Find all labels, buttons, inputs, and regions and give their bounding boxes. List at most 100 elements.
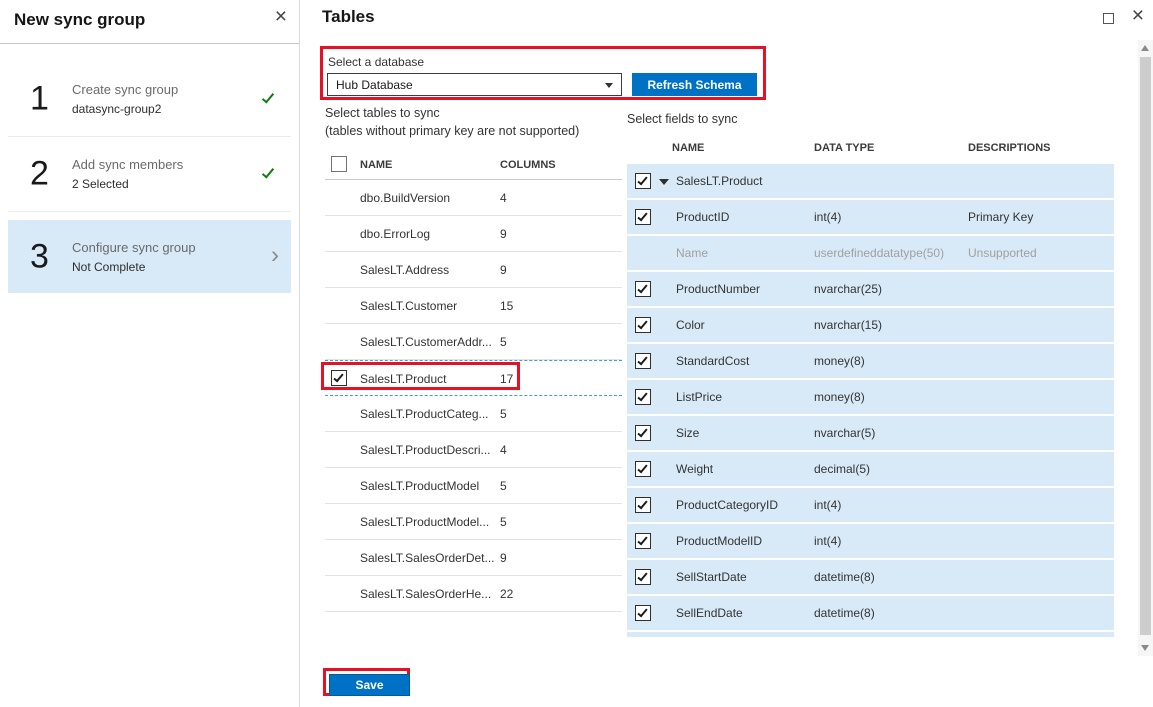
field-description: Primary Key	[968, 210, 1033, 224]
field-data-type: nvarchar(5)	[814, 426, 875, 440]
check-icon	[637, 427, 647, 438]
field-data-type: int(4)	[814, 498, 841, 512]
table-name: SalesLT.SalesOrderDet...	[360, 551, 495, 565]
table-name: SalesLT.ProductCateg...	[360, 407, 489, 421]
step-number: 2	[30, 155, 49, 194]
field-row[interactable]: SellEndDatedatetime(8)	[627, 596, 1114, 630]
field-checkbox[interactable]	[635, 173, 651, 189]
scrollbar-thumb[interactable]	[1140, 57, 1151, 635]
table-columns-count: 4	[500, 191, 507, 205]
field-data-type: nvarchar(25)	[814, 282, 882, 296]
field-row[interactable]: ProductCategoryID int(4)	[627, 488, 1114, 522]
table-row[interactable]: SalesLT.Customer15	[325, 288, 622, 324]
field-checkbox[interactable]	[635, 317, 651, 333]
save-button[interactable]: Save	[329, 674, 410, 696]
database-dropdown[interactable]: Hub Database	[327, 73, 622, 96]
field-row[interactable]: Colornvarchar(15)	[627, 308, 1114, 342]
field-row[interactable]: ProductNumbernvarchar(25)	[627, 272, 1114, 306]
wizard-steps: 1 Create sync group datasync-group2 2 Add sy…	[0, 62, 299, 293]
restore-window-icon[interactable]	[1103, 13, 1114, 24]
expand-triangle-icon[interactable]	[659, 179, 669, 185]
field-name: ProductModelID	[676, 534, 762, 548]
scroll-down-icon[interactable]	[1141, 645, 1149, 651]
select-all-checkbox[interactable]	[331, 156, 347, 172]
field-checkbox[interactable]	[635, 389, 651, 405]
refresh-schema-button[interactable]: Refresh Schema	[632, 73, 757, 96]
table-columns-count: 17	[500, 372, 513, 386]
chevron-down-icon	[605, 83, 613, 88]
table-row[interactable]: SalesLT.Address9	[325, 252, 622, 288]
field-checkbox[interactable]	[635, 461, 651, 477]
table-row[interactable]: SalesLT.ProductDescri...4	[325, 432, 622, 468]
table-columns-count: 15	[500, 299, 513, 313]
database-dropdown-value: Hub Database	[336, 78, 413, 92]
field-row[interactable]: StandardCostmoney(8)	[627, 344, 1114, 378]
step-subtitle: datasync-group2	[72, 102, 178, 116]
field-checkbox[interactable]	[635, 533, 651, 549]
table-name: SalesLT.ProductModel...	[360, 515, 489, 529]
field-row[interactable]: SellStartDate datetime(8)	[627, 560, 1114, 594]
field-checkbox[interactable]	[635, 605, 651, 621]
step-title: Add sync members	[72, 157, 183, 172]
step-text: Create sync group datasync-group2	[72, 82, 178, 116]
field-row[interactable]: ProductModelID int(4)	[627, 524, 1114, 558]
table-row[interactable]: SalesLT.CustomerAddr...5	[325, 324, 622, 360]
table-row[interactable]: dbo.BuildVersion4	[325, 180, 622, 216]
tables-section-subtitle: (tables without primary key are not supp…	[325, 124, 622, 138]
field-checkbox[interactable]	[635, 497, 651, 513]
field-row[interactable]: ProductIDint(4)Primary Key	[627, 200, 1114, 234]
table-row[interactable]: SalesLT.ProductModel...5	[325, 504, 622, 540]
column-header-columns: COLUMNS	[500, 159, 556, 171]
table-row[interactable]: SalesLT.SalesOrderHe...22	[325, 576, 622, 612]
table-row[interactable]: dbo.ErrorLog9	[325, 216, 622, 252]
select-database-label: Select a database	[328, 55, 424, 69]
table-row[interactable]: SalesLT.SalesOrderDet...9	[325, 540, 622, 576]
check-icon	[333, 372, 343, 383]
column-header-name: NAME	[360, 159, 392, 171]
field-checkbox[interactable]	[635, 425, 651, 441]
field-checkbox[interactable]	[635, 569, 651, 585]
field-data-type: datetime(8)	[814, 570, 875, 584]
step-subtitle: Not Complete	[72, 260, 196, 274]
field-checkbox[interactable]	[635, 209, 651, 225]
tables-to-sync-section: Select tables to sync (tables without pr…	[325, 106, 622, 612]
scroll-up-icon[interactable]	[1141, 45, 1149, 51]
check-icon	[637, 283, 647, 294]
check-icon	[637, 499, 647, 510]
field-checkbox[interactable]	[635, 281, 651, 297]
step-item-2[interactable]: 2Add sync members2 Selected	[8, 137, 291, 212]
check-icon	[262, 165, 274, 178]
fields-to-sync-section: Select fields to sync NAME DATA TYPE DES…	[627, 112, 1114, 637]
step-item-1[interactable]: 1 Create sync group datasync-group2	[8, 62, 291, 137]
field-name: SellEndDate	[676, 606, 743, 620]
field-name: Color	[676, 318, 705, 332]
field-checkbox[interactable]	[635, 353, 651, 369]
row-checkbox[interactable]	[331, 370, 347, 386]
table-row[interactable]: SalesLT.ProductModel5	[325, 468, 622, 504]
column-header-descriptions: DESCRIPTIONS	[968, 142, 1051, 154]
field-name: ProductCategoryID	[676, 498, 778, 512]
tables-section-title: Select tables to sync	[325, 106, 622, 120]
vertical-scrollbar[interactable]	[1138, 40, 1153, 656]
step-number: 1	[30, 80, 49, 119]
field-name: SellStartDate	[676, 570, 747, 584]
field-row[interactable]: Sizenvarchar(5)	[627, 416, 1114, 450]
field-row[interactable]: Nameuserdefineddatatype(50)Unsupported	[627, 236, 1114, 270]
field-data-type: int(4)	[814, 534, 841, 548]
tables-blade-title: Tables	[322, 7, 375, 27]
field-description: Unsupported	[968, 246, 1037, 260]
chevron-right-icon: ›	[271, 241, 279, 269]
step-item-3[interactable]: 3Configure sync groupNot Complete›	[8, 220, 291, 293]
table-row[interactable]: SalesLT.Product17	[325, 360, 622, 396]
table-row[interactable]: SalesLT.ProductCateg...5	[325, 396, 622, 432]
field-data-type: userdefineddatatype(50)	[814, 246, 944, 260]
close-icon[interactable]: ×	[275, 6, 287, 27]
check-icon	[637, 463, 647, 474]
step-title: Create sync group	[72, 82, 178, 97]
field-row[interactable]: ListPricemoney(8)	[627, 380, 1114, 414]
close-icon[interactable]: ×	[1132, 5, 1144, 26]
field-row[interactable]: Weightdecimal(5)	[627, 452, 1114, 486]
table-columns-count: 9	[500, 263, 507, 277]
field-row[interactable]: SalesLT.Product	[627, 164, 1114, 198]
step-text: Configure sync groupNot Complete	[72, 240, 196, 274]
